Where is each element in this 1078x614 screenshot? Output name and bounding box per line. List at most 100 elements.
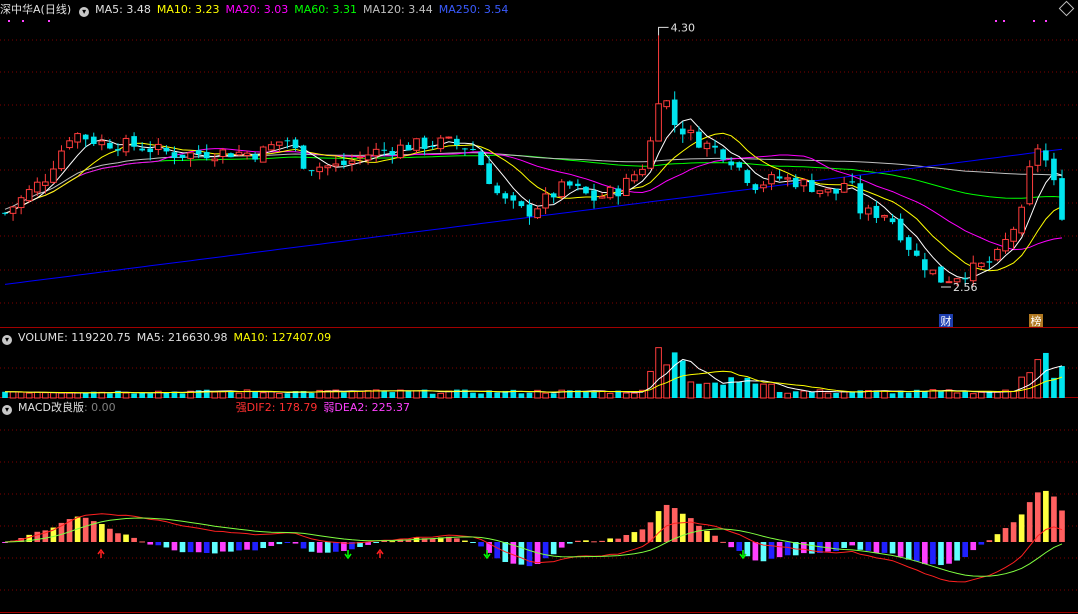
candle-body	[470, 149, 476, 151]
candle-body	[324, 165, 332, 169]
volume-bar	[437, 392, 445, 399]
macd-bar	[187, 542, 194, 553]
candle-body	[405, 144, 412, 151]
macd-bar	[663, 504, 670, 542]
candle-body	[598, 196, 606, 199]
macd-dif-label: 强DIF2: 178.79	[235, 401, 318, 414]
volume-bar	[66, 392, 73, 399]
volume-bar	[211, 391, 219, 399]
marker-dot	[8, 20, 10, 22]
volume-bar	[413, 390, 420, 399]
macd-bar	[566, 542, 573, 544]
macd-bar	[631, 532, 638, 542]
candle-body	[494, 185, 501, 194]
macd-bar	[712, 535, 718, 542]
candle-body	[356, 156, 364, 159]
candle-body	[1051, 158, 1057, 181]
candle-body	[308, 170, 315, 172]
candle-body	[824, 188, 832, 193]
volume-bar	[905, 392, 912, 398]
candle-body	[284, 140, 291, 142]
ma60-label: MA60: 3.31	[294, 3, 357, 16]
volume-bar	[824, 392, 832, 399]
volume-bar	[550, 393, 557, 398]
candle-body	[833, 188, 839, 194]
candle-body	[816, 190, 824, 194]
macd-bar	[316, 542, 323, 553]
candle-body	[381, 149, 388, 151]
candle-body	[1010, 228, 1017, 242]
candle-body	[897, 218, 904, 241]
macd-bar	[478, 542, 484, 547]
candle-body	[720, 149, 726, 160]
volume-bar	[470, 392, 476, 398]
chart-svg: 4.30 2.56 财 榜	[0, 20, 1078, 613]
marker-dot	[22, 20, 24, 22]
macd-bar	[542, 542, 549, 559]
macd-bar	[946, 542, 952, 564]
volume-bar	[42, 392, 49, 399]
macd-bar	[228, 542, 234, 552]
candle-body	[437, 137, 445, 150]
macd-bar	[720, 541, 726, 543]
macd-bar	[728, 542, 735, 548]
volume-bar	[356, 390, 364, 399]
volume-bar	[308, 392, 315, 398]
candle-body	[977, 262, 985, 268]
macd-bar	[292, 542, 299, 544]
macd-dif-line	[4, 513, 1063, 583]
macd-header: ▾ MACD改良版: 0.00 强DIF2: 178.79 弱DEA2: 225.37	[0, 400, 416, 416]
candle-body	[792, 177, 799, 188]
marker-dot	[48, 20, 50, 22]
dropdown-icon[interactable]: ▾	[79, 7, 90, 17]
candle-body	[195, 150, 202, 155]
candle-body	[1018, 206, 1025, 234]
macd-bar	[671, 508, 678, 542]
volume-bar	[1051, 377, 1057, 398]
macd-bar	[776, 542, 783, 558]
candle-body	[800, 179, 808, 187]
volume-ma10-label: MA10: 127407.09	[233, 331, 332, 344]
macd-bar	[123, 534, 129, 542]
macd-bar	[1002, 528, 1009, 542]
candle-body	[421, 137, 428, 149]
candle-body	[639, 168, 646, 176]
macd-bar	[244, 542, 250, 550]
candle-body	[986, 261, 993, 263]
macd-bar	[679, 513, 686, 542]
candle-body	[566, 181, 573, 186]
candle-body	[550, 193, 557, 198]
candle-body	[163, 147, 170, 152]
macd-bar	[550, 542, 557, 555]
macd-dropdown-icon[interactable]: ▾	[2, 405, 12, 415]
candle-body	[865, 207, 872, 215]
candle-body	[606, 186, 614, 199]
macd-bar	[163, 542, 170, 548]
candle-body	[728, 161, 735, 166]
marker-dot	[1003, 20, 1005, 22]
candle-body	[332, 163, 340, 167]
volume-bar	[736, 381, 743, 398]
volume-header: ▾ VOLUME: 119220.75 MA5: 216630.98 MA10: 12…	[0, 330, 337, 346]
volume-bar	[58, 392, 65, 399]
candle-body	[187, 152, 194, 159]
volume-bar	[622, 392, 630, 399]
candle-body	[389, 151, 396, 156]
ma20-label: MA20: 3.03	[225, 3, 289, 16]
volume-bar	[720, 384, 726, 398]
candle-body	[66, 140, 73, 149]
candle-body	[784, 177, 791, 180]
volume-dropdown-icon[interactable]: ▾	[2, 335, 12, 345]
macd-bar	[841, 542, 847, 548]
marker-dot	[995, 20, 997, 22]
candle-body	[131, 136, 137, 147]
macd-bar	[139, 541, 145, 543]
candle-body	[364, 154, 372, 161]
macd-bar	[873, 542, 880, 553]
volume-bar	[977, 391, 985, 399]
candle-body	[622, 177, 630, 196]
candle-body	[413, 138, 420, 151]
arrow-down-icon	[344, 550, 352, 560]
macd-bar	[252, 542, 258, 551]
volume-bar	[696, 383, 702, 398]
